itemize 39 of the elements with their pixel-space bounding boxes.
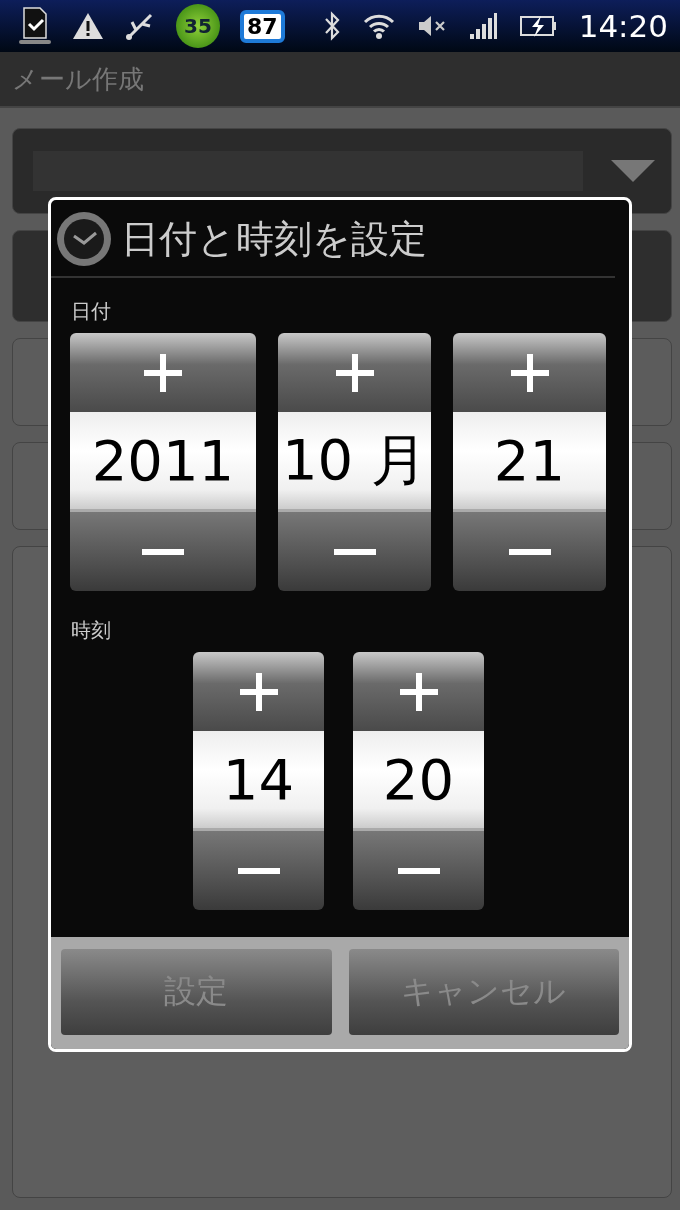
plus-icon xyxy=(142,351,184,394)
minus-icon xyxy=(397,867,440,874)
minus-icon xyxy=(333,548,376,555)
increment-button[interactable] xyxy=(278,333,431,412)
plus-icon xyxy=(237,670,280,713)
screen-title: メール作成 xyxy=(12,62,144,96)
date-value[interactable]: 10 月 xyxy=(278,412,431,512)
minus-icon xyxy=(237,867,280,874)
plus-icon xyxy=(333,351,376,394)
increment-button[interactable] xyxy=(353,652,484,731)
clock-time: 14:20 xyxy=(578,8,668,44)
minus-icon xyxy=(508,548,551,555)
battery-badge: 87 xyxy=(240,9,285,43)
plus-icon xyxy=(397,670,440,713)
muted-speaker-icon xyxy=(416,14,447,38)
warning-icon xyxy=(72,12,104,40)
dialog-title: 日付と時刻を設定 xyxy=(121,215,427,263)
decrement-button[interactable] xyxy=(278,512,431,591)
dropdown-arrow-icon xyxy=(611,160,655,182)
battery-charging-icon xyxy=(518,14,557,38)
timer-badge: 35 xyxy=(176,4,220,48)
increment-button[interactable] xyxy=(70,333,256,412)
increment-button[interactable] xyxy=(453,333,606,412)
section-label: 日付 xyxy=(71,298,112,325)
decrement-button[interactable] xyxy=(353,831,484,910)
plus-icon xyxy=(508,351,551,394)
wifi-icon xyxy=(362,13,395,39)
time-value[interactable]: 14 xyxy=(193,731,324,831)
section-label: 時刻 xyxy=(71,617,112,644)
bluetooth-icon xyxy=(322,11,341,41)
signal-icon xyxy=(468,12,497,40)
date-value[interactable]: 2011 xyxy=(70,412,256,512)
increment-button[interactable] xyxy=(193,652,324,731)
minus-icon xyxy=(142,548,184,555)
time-value[interactable]: 20 xyxy=(353,731,484,831)
decrement-button[interactable] xyxy=(193,831,324,910)
decrement-button[interactable] xyxy=(453,512,606,591)
date-value[interactable]: 21 xyxy=(453,412,606,512)
download-done-icon xyxy=(18,6,52,46)
